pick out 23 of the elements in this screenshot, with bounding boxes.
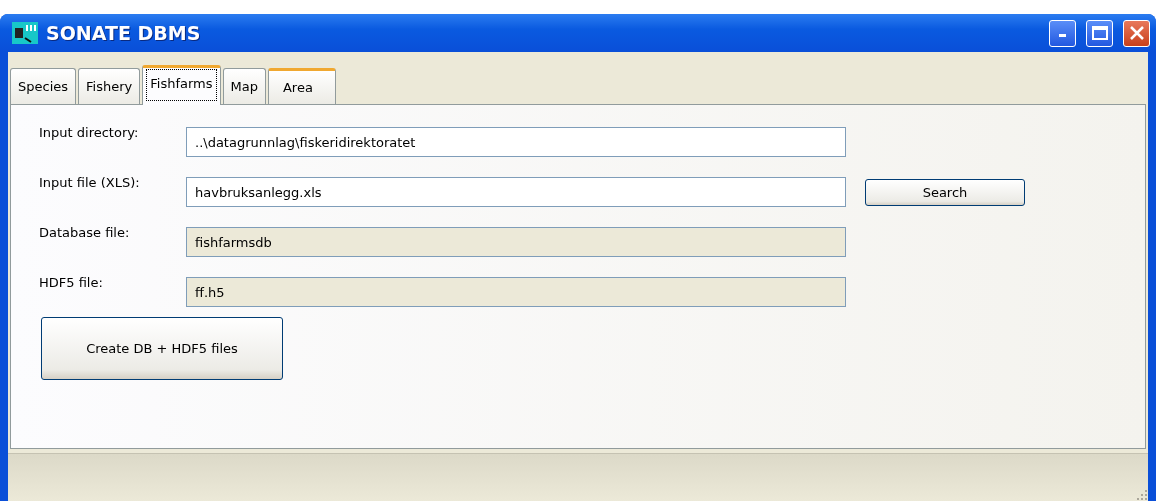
- field-label: Input directory:: [39, 124, 140, 140]
- minimize-button[interactable]: [1049, 19, 1076, 47]
- tab[interactable]: Area: [267, 68, 336, 104]
- tab[interactable]: Fishery: [78, 68, 141, 104]
- window-title: SONATE DBMS: [46, 22, 202, 44]
- create-files-button[interactable]: Create DB + HDF5 files: [41, 317, 283, 380]
- app-icon: [12, 22, 38, 44]
- field-label: Database file:: [39, 224, 131, 240]
- search-button[interactable]: Search: [865, 178, 1025, 206]
- text-field[interactable]: ..\datagrunnlag\fiskeridirektoratet: [186, 127, 846, 157]
- field-label: HDF5 file:: [39, 274, 104, 290]
- field-label: Input file (XLS):: [39, 174, 141, 190]
- tab[interactable]: Map: [222, 68, 266, 104]
- text-field[interactable]: ff.h5: [186, 277, 846, 307]
- resize-grip-icon: [1136, 489, 1148, 501]
- tab[interactable]: Species: [10, 68, 77, 104]
- tab[interactable]: Fishfarms: [142, 65, 221, 105]
- maximize-button[interactable]: [1086, 19, 1113, 47]
- text-field[interactable]: fishfarmsdb: [186, 227, 846, 257]
- close-icon: [1128, 25, 1145, 41]
- text-field[interactable]: havbruksanlegg.xls: [186, 177, 846, 207]
- maximize-icon: [1091, 26, 1108, 40]
- close-button[interactable]: [1123, 19, 1150, 47]
